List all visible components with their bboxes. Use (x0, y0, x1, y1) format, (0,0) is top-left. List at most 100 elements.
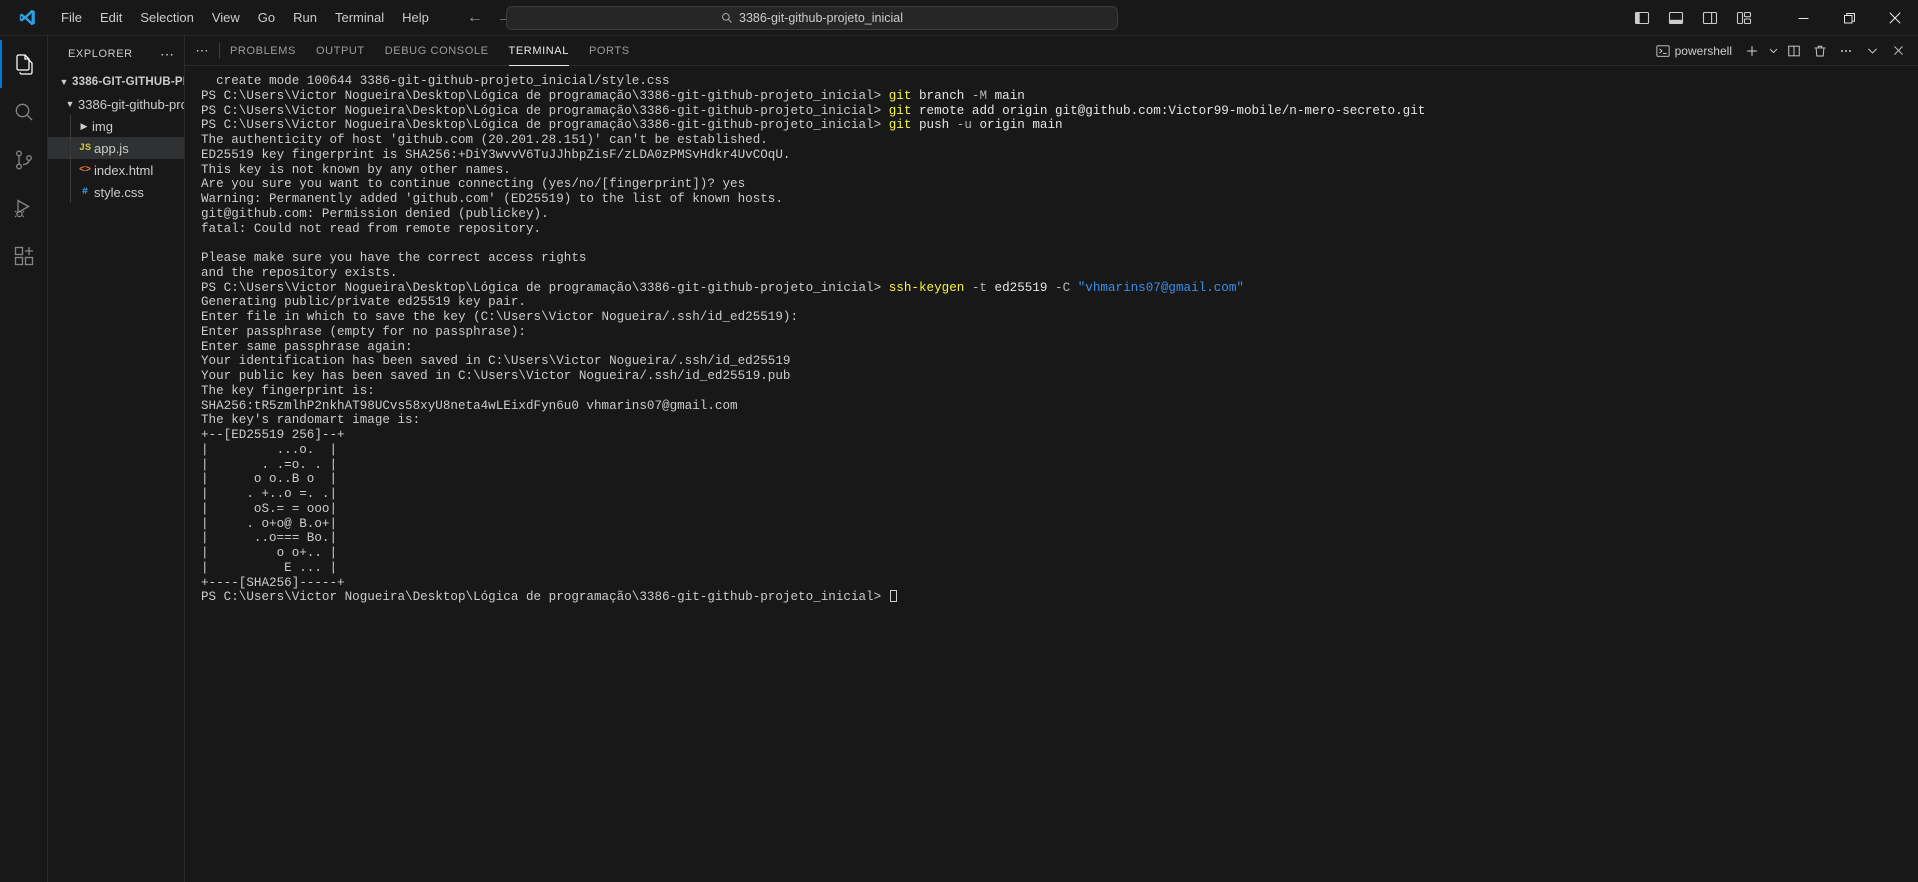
terminal-line: This key is not known by any other names… (201, 162, 511, 177)
bottom-panel: ⋯ PROBLEMS OUTPUT DEBUG CONSOLE TERMINAL… (185, 36, 1918, 882)
tree-item-style-css[interactable]: # style.css (48, 181, 184, 203)
tab-debug-console[interactable]: DEBUG CONSOLE (375, 36, 499, 66)
run-debug-icon (14, 199, 30, 218)
split-terminal-button[interactable] (1782, 40, 1806, 62)
search-icon (15, 103, 32, 121)
terminal-line: PS C:\Users\Victor Nogueira\Desktop\Lógi… (201, 88, 1025, 103)
menu-run[interactable]: Run (284, 6, 326, 30)
menu-file[interactable]: File (52, 6, 91, 30)
terminal-line: Enter file in which to save the key (C:\… (201, 310, 799, 324)
restore-icon[interactable] (1826, 0, 1872, 36)
html-icon: <> (78, 164, 91, 176)
panel-tabs: ⋯ PROBLEMS OUTPUT DEBUG CONSOLE TERMINAL… (185, 36, 640, 66)
terminal-line: The authenticity of host 'github.com (20… (201, 133, 768, 147)
terminal-line: ED25519 key fingerprint is SHA256:+DiY3w… (201, 147, 791, 162)
toggle-secondary-sidebar-icon[interactable] (1696, 5, 1724, 31)
menu-selection[interactable]: Selection (131, 6, 202, 30)
source-control-icon (15, 150, 32, 170)
terminal-line: | oS.= = ooo| (201, 501, 338, 516)
terminal-line: | o o..B o | (201, 472, 338, 487)
tab-problems[interactable]: PROBLEMS (220, 36, 306, 66)
powershell-icon (1656, 44, 1670, 57)
customize-layout-icon[interactable] (1730, 5, 1758, 31)
terminal-line: git@github.com: Permission denied (publi… (201, 206, 549, 221)
tree-item-app-js[interactable]: JS app.js (48, 137, 184, 159)
tree-item-label: app.js (94, 140, 129, 156)
search-input[interactable]: 3386-git-github-projeto_inicial (739, 11, 903, 25)
search-icon (722, 13, 732, 23)
chevron-down-icon: ▼ (59, 77, 69, 87)
terminal-line: Enter same passphrase again: (201, 339, 413, 354)
sidebar-item-extensions[interactable] (0, 232, 48, 280)
tree-item-folder[interactable]: ▼ 3386-git-github-proj... (48, 93, 184, 115)
tree-item-label: index.html (94, 162, 154, 178)
chevron-right-icon: ▶ (80, 120, 88, 131)
new-terminal-button[interactable] (1740, 40, 1764, 62)
more-views-icon[interactable]: ⋯ (185, 44, 219, 57)
menu-edit[interactable]: Edit (91, 6, 131, 30)
terminal-line: +----[SHA256]-----+ (201, 575, 345, 590)
terminal-line: Enter passphrase (empty for no passphras… (201, 324, 526, 339)
terminal-line: PS C:\Users\Victor Nogueira\Desktop\Lógi… (201, 103, 1426, 118)
tree-item-img[interactable]: ▶ img (48, 115, 184, 137)
close-panel-button[interactable] (1886, 40, 1910, 62)
explorer-sidebar: EXPLORER ⋯ ▼ 3386-GIT-GITHUB-PROJET... ▼… (48, 36, 185, 882)
indent-guide (70, 137, 71, 159)
terminal-line: Your identification has been saved in C:… (201, 354, 791, 369)
menu-go[interactable]: Go (249, 6, 284, 30)
explorer-root-label: 3386-GIT-GITHUB-PROJET... (72, 76, 184, 88)
menu-terminal[interactable]: Terminal (326, 6, 393, 30)
menu-bar: File Edit Selection View Go Run Terminal… (52, 6, 438, 30)
explorer-header: EXPLORER ⋯ (48, 36, 184, 71)
terminal-line: Your public key has been saved in C:\Use… (201, 369, 791, 383)
hide-panel-button[interactable] (1860, 40, 1884, 62)
close-icon[interactable] (1872, 0, 1918, 36)
indent-guide (70, 159, 71, 181)
minimize-icon[interactable] (1780, 0, 1826, 36)
terminal-line: create mode 100644 3386-git-github-proje… (201, 74, 670, 88)
terminal-line: | E ... | (201, 560, 338, 575)
vscode-logo-icon (0, 8, 52, 27)
tree-item-index-html[interactable]: <> index.html (48, 159, 184, 181)
terminal-line: +--[ED25519 256]--+ (201, 428, 345, 442)
sidebar-item-run-and-debug[interactable] (0, 184, 48, 232)
toggle-panel-icon[interactable] (1662, 5, 1690, 31)
terminal-name-label: powershell (1674, 43, 1732, 58)
terminal-line: Please make sure you have the correct ac… (201, 251, 587, 265)
terminal-line: | ...o. | (201, 442, 338, 457)
tab-ports[interactable]: PORTS (579, 36, 640, 66)
kill-terminal-button[interactable] (1808, 40, 1832, 62)
terminal-profile-dropdown[interactable] (1766, 40, 1780, 62)
command-center-search[interactable]: 3386-git-github-projeto_inicial (506, 6, 1118, 30)
sidebar-item-source-control[interactable] (0, 136, 48, 184)
terminal-line: Warning: Permanently added 'github.com' … (201, 192, 783, 206)
arrow-left-icon[interactable]: ← (466, 9, 484, 26)
indent-guide (70, 181, 71, 203)
css-icon: # (81, 186, 88, 198)
terminal-line: SHA256:tR5zmlhP2nkhAT98UCvs58xyU8neta4wL… (201, 398, 738, 413)
tree-item-label: img (92, 118, 113, 134)
extensions-icon (14, 246, 33, 266)
window-controls (1628, 0, 1918, 36)
terminal-line: Generating public/private ed25519 key pa… (201, 295, 526, 310)
menu-view[interactable]: View (203, 6, 249, 30)
menu-help[interactable]: Help (393, 6, 438, 30)
terminal-line: PS C:\Users\Victor Nogueira\Desktop\Lógi… (201, 118, 1063, 133)
explorer-title: EXPLORER (68, 47, 133, 60)
terminal-line: fatal: Could not read from remote reposi… (201, 221, 542, 236)
terminal-tab-powershell[interactable]: powershell (1656, 44, 1732, 58)
explorer-root-folder[interactable]: ▼ 3386-GIT-GITHUB-PROJET... (48, 71, 184, 93)
sidebar-item-search[interactable] (0, 88, 48, 136)
chevron-down-icon: ▼ (65, 99, 75, 109)
more-actions-icon[interactable]: ⋯ (156, 47, 178, 61)
terminal-output[interactable]: create mode 100644 3386-git-github-proje… (185, 66, 1918, 882)
terminal-line: Are you sure you want to continue connec… (201, 177, 746, 192)
sidebar-item-explorer[interactable] (0, 40, 48, 88)
toggle-primary-sidebar-icon[interactable] (1628, 5, 1656, 31)
tab-terminal[interactable]: TERMINAL (499, 36, 579, 66)
terminal-cursor (889, 590, 897, 603)
terminal-more-actions[interactable] (1834, 40, 1858, 62)
tab-output[interactable]: OUTPUT (306, 36, 375, 66)
js-icon: JS (78, 142, 91, 154)
